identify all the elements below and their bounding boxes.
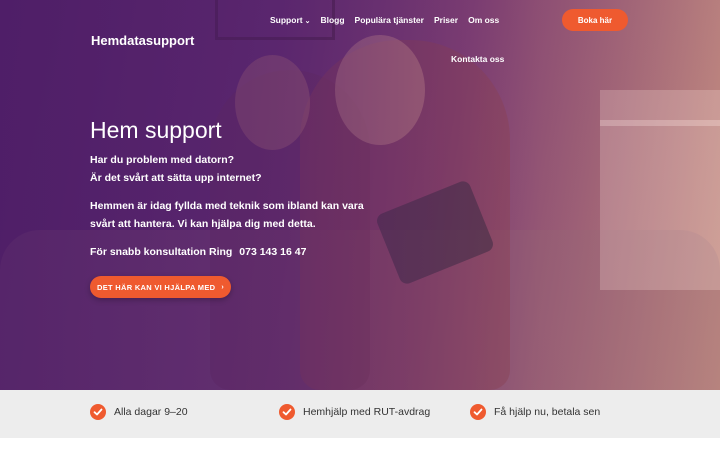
nav-item-kontakta-oss[interactable]: Kontakta oss [451, 54, 504, 64]
feature-label: Få hjälp nu, betala sen [494, 406, 601, 418]
features-bar: Alla dagar 9–20 Hemhjälp med RUT-avdrag … [0, 390, 720, 438]
chevron-down-icon: ⌄ [304, 18, 311, 25]
check-circle-icon [90, 404, 106, 420]
nav-item-blogg[interactable]: Blogg [320, 15, 344, 25]
book-button[interactable]: Boka här [562, 9, 628, 31]
feature-item: Alla dagar 9–20 [90, 404, 188, 420]
main-nav: Support ⌄ Blogg Populära tjänster Priser … [270, 15, 510, 64]
check-circle-icon [279, 404, 295, 420]
nav-item-populara-tjanster[interactable]: Populära tjänster [355, 15, 424, 25]
nav-item-priser[interactable]: Priser [434, 15, 458, 25]
hero-description-line-1: Hemmen är idag fyllda med teknik som ibl… [90, 200, 364, 212]
hero-intro-line-2: Är det svårt att sätta upp internet? [90, 172, 262, 184]
hero-overlay [0, 0, 720, 390]
nav-item-support[interactable]: Support ⌄ [270, 15, 310, 25]
feature-label: Hemhjälp med RUT-avdrag [303, 406, 431, 418]
nav-row-primary: Support ⌄ Blogg Populära tjänster Priser … [270, 15, 510, 25]
hero-description: Hemmen är idag fyllda med teknik som ibl… [90, 197, 364, 233]
services-cta-label: DET HÄR KAN VI HJÄLPA MED [97, 282, 216, 292]
consultation-label: För snabb konsultation Ring [90, 246, 233, 258]
hero-consultation: För snabb konsultation Ring 073 143 16 4… [90, 243, 306, 261]
hero-intro: Har du problem med datorn? Är det svårt … [90, 151, 262, 187]
check-circle-icon [470, 404, 486, 420]
nav-item-om-oss[interactable]: Om oss [468, 15, 499, 25]
site-logo[interactable]: Hemdatasupport [91, 33, 194, 48]
services-cta-button[interactable]: DET HÄR KAN VI HJÄLPA MED › [90, 276, 231, 298]
nav-row-secondary: Kontakta oss [451, 54, 504, 64]
feature-item: Hemhjälp med RUT-avdrag [279, 404, 430, 420]
feature-label: Alla dagar 9–20 [114, 406, 188, 418]
phone-number[interactable]: 073 143 16 47 [239, 246, 306, 258]
hero-description-line-2: svårt att hantera. Vi kan hjälpa dig med… [90, 218, 316, 230]
hero-title: Hem support [90, 117, 222, 143]
hero-intro-line-1: Har du problem med datorn? [90, 154, 235, 166]
hero-section: Hemdatasupport Support ⌄ Blogg Populära t… [0, 0, 720, 390]
arrow-right-icon: › [221, 283, 224, 291]
nav-item-support-label: Support [270, 15, 303, 25]
feature-item: Få hjälp nu, betala sen [470, 404, 600, 420]
